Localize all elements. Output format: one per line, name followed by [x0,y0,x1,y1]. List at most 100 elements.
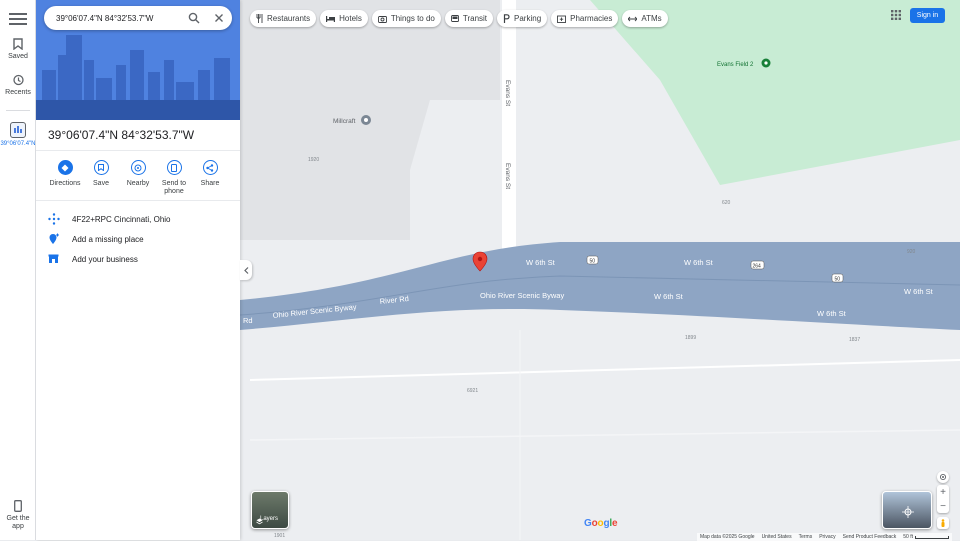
map-label-w6th: W 6th St [654,292,684,301]
map-label-evans-field: Evans Field 2 [717,62,754,68]
address-number: 1920 [308,157,319,163]
my-location-button[interactable] [937,471,949,483]
phone-icon [14,500,22,512]
chip-label: Parking [514,14,542,23]
plus-code-row[interactable]: 4F22+RPC Cincinnati, Ohio [48,213,171,225]
page-title: 39°06'07.4"N 84°32'53.7"W [48,128,195,142]
crosshair-icon [939,473,947,481]
share-button[interactable]: Share [190,160,230,188]
atm-icon [628,16,638,21]
directions-label: Directions [49,180,81,187]
privacy-link[interactable]: Privacy [819,534,835,540]
nearby-button[interactable]: Nearby [118,160,158,188]
bookmark-icon [13,38,23,50]
chip-label: ATMs [641,14,662,23]
close-icon[interactable] [214,13,224,23]
save-button[interactable]: Save [81,160,121,188]
saved-label: Saved [8,53,28,60]
category-chips: Restaurants Hotels Things to do Transit … [250,10,668,27]
transit-icon [450,14,459,22]
collapse-panel-button[interactable] [240,260,252,280]
map-label-evans-st: Evans St [504,163,511,189]
country-link[interactable]: United States [762,534,792,540]
shield-label: 50 [590,259,596,265]
chip-atms[interactable]: ATMs [622,10,668,27]
chip-things-to-do[interactable]: Things to do [371,10,441,27]
pegman-icon [941,518,945,527]
chip-hotels[interactable]: Hotels [320,10,368,27]
address-number: 920 [907,249,916,255]
add-missing-place-text: Add a missing place [72,234,144,244]
zoom-controls: + − [937,485,949,513]
add-place-icon [48,233,60,245]
search-box[interactable] [44,6,232,30]
chip-label: Transit [462,14,488,23]
directions-button[interactable]: Directions [45,160,85,188]
map-label-ohio-scenic: Ohio River Scenic Byway [480,291,564,300]
address-number: 1901 [274,533,285,539]
zoom-out-icon[interactable]: − [937,499,949,513]
layers-button[interactable]: Layers [251,491,289,529]
share-label: Share [200,180,220,187]
save-label: Save [93,180,109,187]
send-to-phone-label: Send to phone [161,180,187,195]
street-view-thumbnail[interactable] [882,491,932,529]
plus-code-icon [48,213,60,225]
send-to-phone-icon [166,160,182,175]
recent-place-item[interactable]: 39°06'07.4"N [0,122,36,148]
chip-label: Things to do [390,14,435,23]
search-input[interactable] [56,11,176,25]
left-rail: Saved Recents 39°06'07.4"N Get the app [0,0,36,540]
chip-restaurants[interactable]: Restaurants [250,10,317,27]
add-business-row[interactable]: Add your business [48,253,138,265]
chip-parking[interactable]: Parking [497,10,548,27]
chip-label: Restaurants [267,14,311,23]
send-to-phone-button[interactable]: Send to phone [154,160,194,196]
place-panel: 39°06'07.4"N 84°32'53.7"W Directions Sav… [36,0,240,540]
recent-place-thumbnail [10,122,26,138]
recents-button[interactable]: Recents [0,74,36,96]
nearby-label: Nearby [126,180,150,187]
apps-grid-icon[interactable] [890,9,902,21]
shield-label: 264 [753,264,762,270]
parking-icon [503,14,510,23]
feedback-link[interactable]: Send Product Feedback [843,534,897,540]
nearby-icon [130,160,146,175]
scale-label: 50 ft [903,534,914,540]
zoom-in-icon[interactable]: + [937,485,949,499]
restaurant-icon [256,14,263,23]
address-number: 6921 [467,388,478,394]
recents-label: Recents [5,89,31,96]
shield-label: 50 [835,277,841,283]
plus-code-text: 4F22+RPC Cincinnati, Ohio [72,214,171,224]
share-icon [202,160,218,175]
chip-pharmacies[interactable]: Pharmacies [551,10,619,27]
chip-label: Hotels [339,14,362,23]
address-number: 1899 [685,335,696,341]
chip-label: Pharmacies [570,14,613,23]
get-app-label: Get the app [6,515,30,530]
pegman-button[interactable] [937,517,949,529]
add-business-icon [48,253,60,265]
get-app-button[interactable]: Get the app [0,500,36,531]
scale-bar[interactable]: 50 ft [903,534,950,540]
menu-icon[interactable] [9,11,27,25]
bookmark-icon [93,160,109,175]
map-label-millcraft: Millcraft [333,118,356,125]
chevron-left-icon [243,266,248,274]
recent-place-label: 39°06'07.4"N [0,141,36,147]
terms-link[interactable]: Terms [799,534,813,540]
map-label-rd: Rd [243,316,253,325]
directions-icon [57,160,73,175]
chip-transit[interactable]: Transit [444,10,494,27]
layers-label: Layers [260,516,279,522]
map-label-w6th: W 6th St [817,309,847,318]
evans-st-road [502,0,516,250]
add-missing-place-row[interactable]: Add a missing place [48,233,144,245]
map-label-w6th: W 6th St [904,287,934,296]
search-icon[interactable] [188,12,200,24]
sign-in-button[interactable]: Sign in [910,8,945,23]
saved-button[interactable]: Saved [0,38,36,60]
history-icon [13,74,24,86]
google-logo: Google [584,518,618,529]
